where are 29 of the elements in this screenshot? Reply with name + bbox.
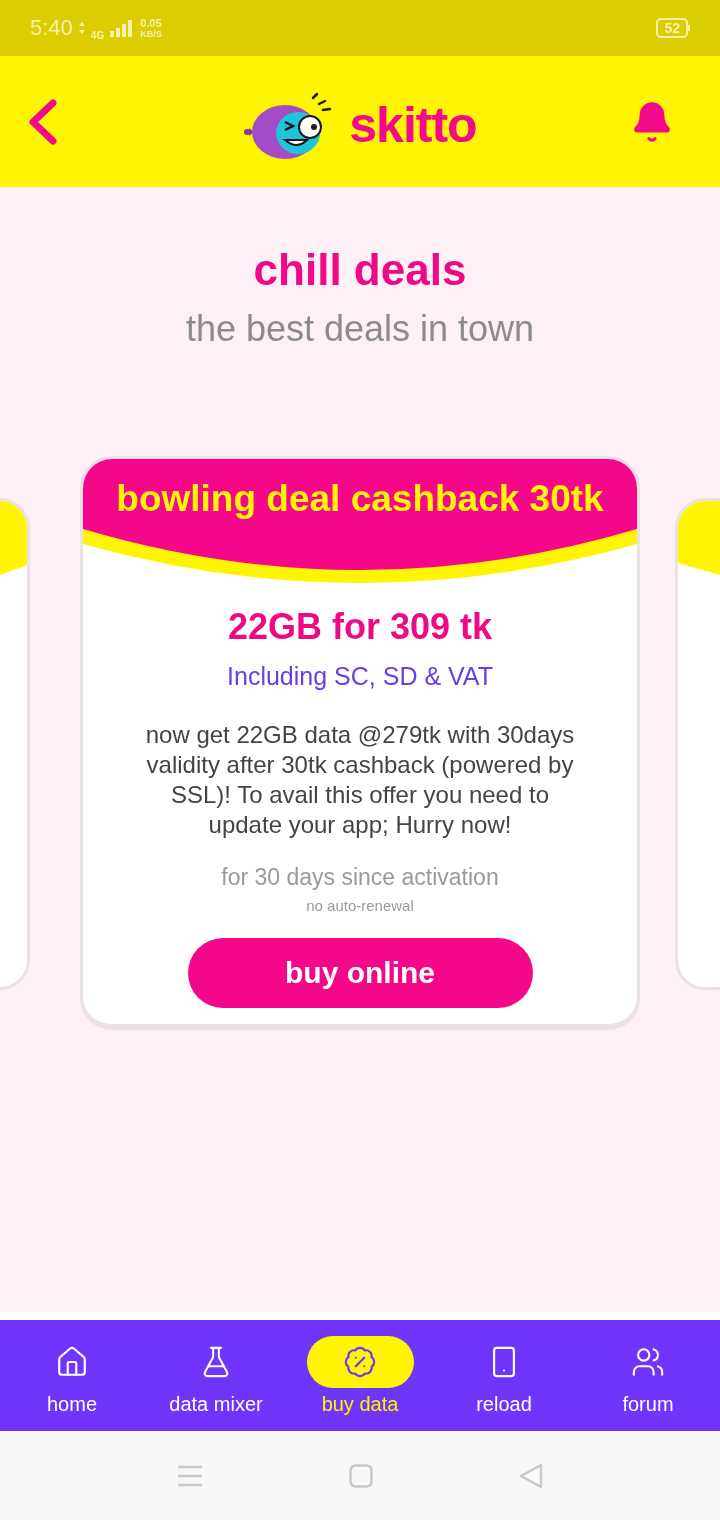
deal-description: now get 22GB data @279tk with 30days validity after 30tk cashback (powered by SSL)! To avail this offer you need to update your app; Hurry now! xyxy=(144,720,576,840)
people-icon xyxy=(631,1345,665,1379)
validity-text: for 30 days since activation xyxy=(221,863,499,892)
back-chevron-icon xyxy=(27,98,57,145)
network-speed: 0.05 xyxy=(140,17,162,29)
page-title: chill deals xyxy=(253,245,467,295)
signal-icon xyxy=(110,19,133,37)
back-triangle-icon[interactable] xyxy=(519,1462,543,1489)
percent-badge-icon xyxy=(343,1345,377,1379)
house-icon xyxy=(55,1345,89,1379)
speed-unit: KB/S xyxy=(140,28,162,39)
data-arrows-icon xyxy=(78,22,85,34)
nav-tab[interactable]: reload xyxy=(432,1320,576,1431)
logo-text: skitto xyxy=(349,99,477,150)
battery-indicator: 52 xyxy=(656,18,690,38)
deal-title-banner: bowling deal cashback 30tk xyxy=(83,459,637,529)
menu-icon[interactable] xyxy=(177,1464,203,1487)
nav-tab[interactable]: buy data xyxy=(288,1320,432,1431)
nav-tab[interactable]: forum xyxy=(576,1320,720,1431)
renewal-note: no auto-renewal xyxy=(306,896,414,916)
buy-online-button[interactable]: buy online xyxy=(187,938,533,1008)
page-subtitle: the best deals in town xyxy=(185,307,535,351)
clock-time: 5:40 xyxy=(30,17,73,39)
network-type: 4G xyxy=(90,31,105,41)
nav-tab[interactable]: data mixer xyxy=(144,1320,288,1431)
home-square-icon[interactable] xyxy=(349,1463,373,1488)
tax-note: Including SC, SD & VAT xyxy=(227,661,493,692)
nav-tab[interactable]: home xyxy=(0,1320,144,1431)
deal-price: 22GB for 309 tk xyxy=(227,606,493,648)
